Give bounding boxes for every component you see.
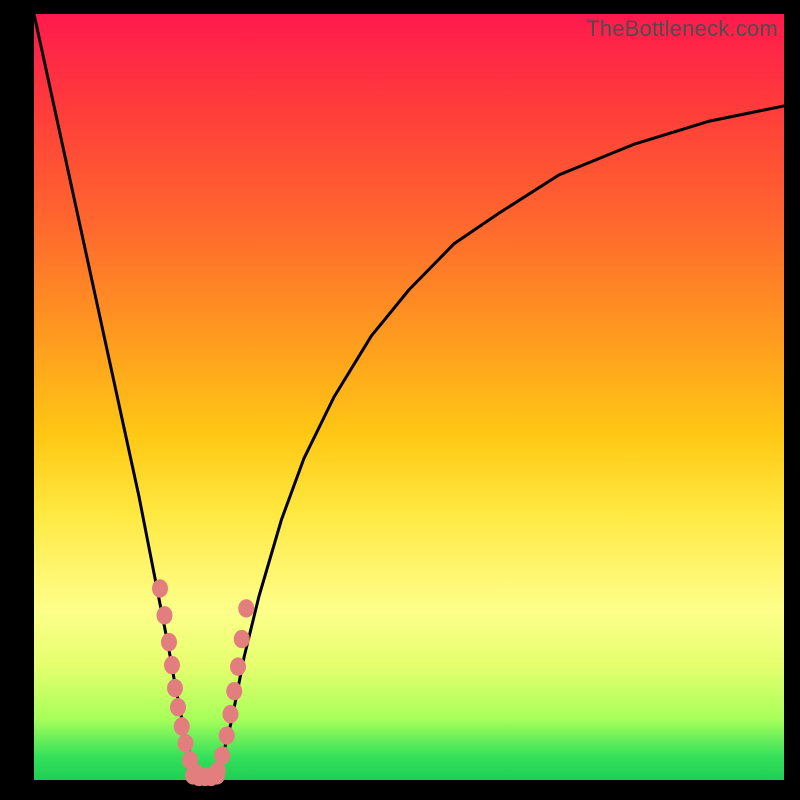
- data-marker: [164, 656, 180, 674]
- chart-frame: TheBottleneck.com: [0, 0, 800, 800]
- data-marker: [174, 717, 190, 735]
- data-marker: [223, 705, 239, 723]
- data-marker: [230, 657, 246, 675]
- data-marker: [226, 682, 242, 700]
- data-marker: [161, 633, 177, 651]
- data-marker: [152, 579, 168, 597]
- data-marker: [238, 599, 254, 617]
- data-marker: [170, 698, 186, 716]
- data-marker: [209, 766, 225, 784]
- data-marker: [167, 679, 183, 697]
- chart-curves: [0, 0, 800, 800]
- data-marker: [157, 606, 173, 624]
- data-marker: [178, 734, 194, 752]
- data-marker: [219, 726, 235, 744]
- series-right-arm: [214, 106, 784, 777]
- data-marker: [234, 630, 250, 648]
- data-marker: [214, 746, 230, 764]
